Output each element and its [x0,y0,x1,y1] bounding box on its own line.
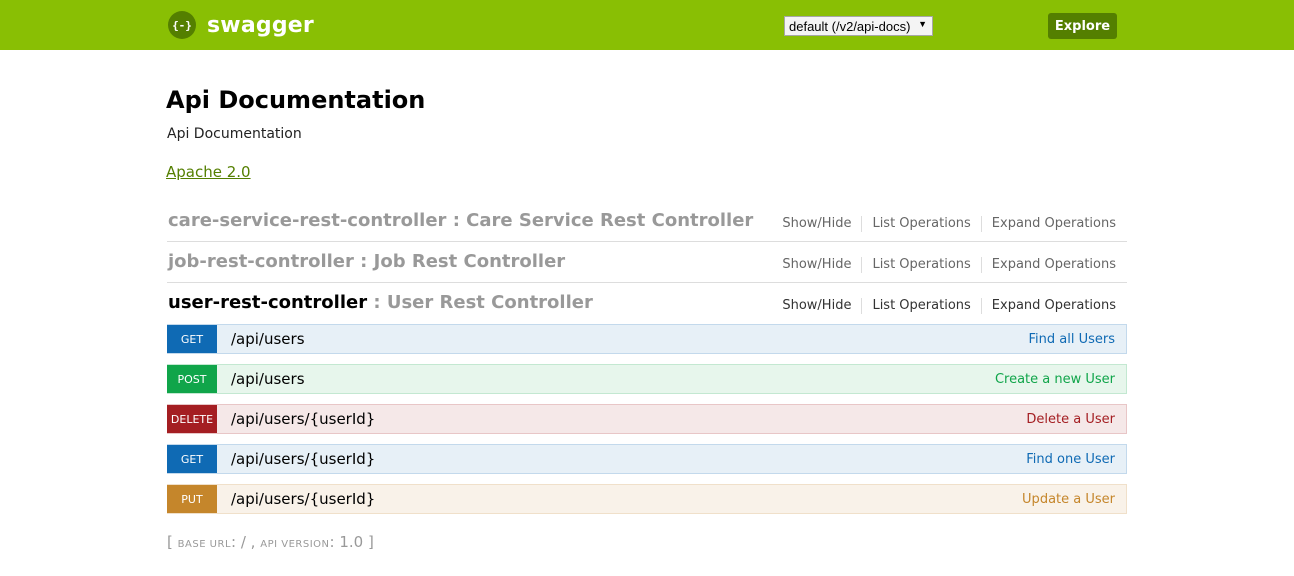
operation-put-user[interactable]: PUT /api/users/{userId} Update a User [167,484,1127,514]
page-title: Api Documentation [166,86,426,114]
http-method-badge[interactable]: GET [167,445,217,473]
operation-get-user[interactable]: GET /api/users/{userId} Find one User [167,444,1127,474]
footer-open-bracket: [ [167,533,173,551]
divider [167,241,1127,242]
resource-name[interactable]: user-rest-controller [168,292,367,313]
list-operations-link[interactable]: List Operations [861,216,980,232]
base-url-value: : / , [231,533,256,551]
show-hide-link[interactable]: Show/Hide [782,298,861,314]
resource-description: : User Rest Controller [373,292,593,313]
operation-path[interactable]: /api/users/{userId} [231,490,375,508]
expand-operations-link[interactable]: Expand Operations [980,216,1116,232]
operation-summary[interactable]: Create a new User [995,372,1115,387]
api-description: Api Documentation [167,126,302,142]
operation-get-users[interactable]: GET /api/users Find all Users [167,324,1127,354]
top-bar: {-} swagger default (/v2/api-docs) ▼ Exp… [0,0,1294,50]
http-method-badge[interactable]: DELETE [167,405,217,433]
resource-heading[interactable]: job-rest-controller : Job Rest Controlle… [168,251,565,272]
operation-summary[interactable]: Find one User [1026,452,1115,467]
resource-name[interactable]: job-rest-controller [168,251,354,272]
swagger-logo-text: swagger [207,12,314,38]
api-version-label: api version [260,539,330,550]
operation-summary[interactable]: Update a User [1022,492,1115,507]
api-info-footer: [ base url: / , api version: 1.0 ] [167,533,374,551]
operation-path[interactable]: /api/users [231,370,305,388]
operation-path[interactable]: /api/users/{userId} [231,410,375,428]
operation-summary[interactable]: Find all Users [1029,332,1116,347]
api-spec-select-value: default (/v2/api-docs) [789,18,911,34]
swagger-logo-icon: {-} [168,11,196,39]
dropdown-arrow-icon: ▼ [918,19,927,29]
show-hide-link[interactable]: Show/Hide [782,257,861,273]
resource-heading[interactable]: user-rest-controller : User Rest Control… [168,292,593,313]
api-version-value: : 1.0 [329,533,364,551]
resource-options: Show/Hide List Operations Expand Operati… [782,257,1116,273]
resource-heading[interactable]: care-service-rest-controller : Care Serv… [168,210,753,231]
resource-description: : Care Service Rest Controller [452,210,754,231]
license-link[interactable]: Apache 2.0 [166,163,251,181]
resource-job-rest-controller: job-rest-controller : Job Rest Controlle… [167,244,1127,284]
resource-options: Show/Hide List Operations Expand Operati… [782,216,1116,232]
footer-close-bracket: ] [367,533,374,551]
expand-operations-link[interactable]: Expand Operations [980,257,1116,273]
base-url-label: base url [177,539,232,550]
http-method-badge[interactable]: POST [167,365,217,393]
operation-delete-user[interactable]: DELETE /api/users/{userId} Delete a User [167,404,1127,434]
resource-user-rest-controller: user-rest-controller : User Rest Control… [167,285,1127,323]
list-operations-link[interactable]: List Operations [861,257,980,273]
operation-path[interactable]: /api/users/{userId} [231,450,375,468]
expand-operations-link[interactable]: Expand Operations [980,298,1116,314]
explore-button[interactable]: Explore [1048,13,1117,39]
swagger-logo[interactable]: {-} swagger [168,11,314,39]
operation-summary[interactable]: Delete a User [1026,412,1115,427]
resource-name[interactable]: care-service-rest-controller [168,210,446,231]
http-method-badge[interactable]: GET [167,325,217,353]
resource-options: Show/Hide List Operations Expand Operati… [782,298,1116,314]
show-hide-link[interactable]: Show/Hide [782,216,861,232]
resource-description: : Job Rest Controller [360,251,566,272]
http-method-badge[interactable]: PUT [167,485,217,513]
resource-care-service-rest-controller: care-service-rest-controller : Care Serv… [167,203,1127,243]
operation-post-users[interactable]: POST /api/users Create a new User [167,364,1127,394]
divider [167,282,1127,283]
operation-path[interactable]: /api/users [231,330,305,348]
list-operations-link[interactable]: List Operations [861,298,980,314]
api-spec-select[interactable]: default (/v2/api-docs) ▼ [784,16,933,36]
